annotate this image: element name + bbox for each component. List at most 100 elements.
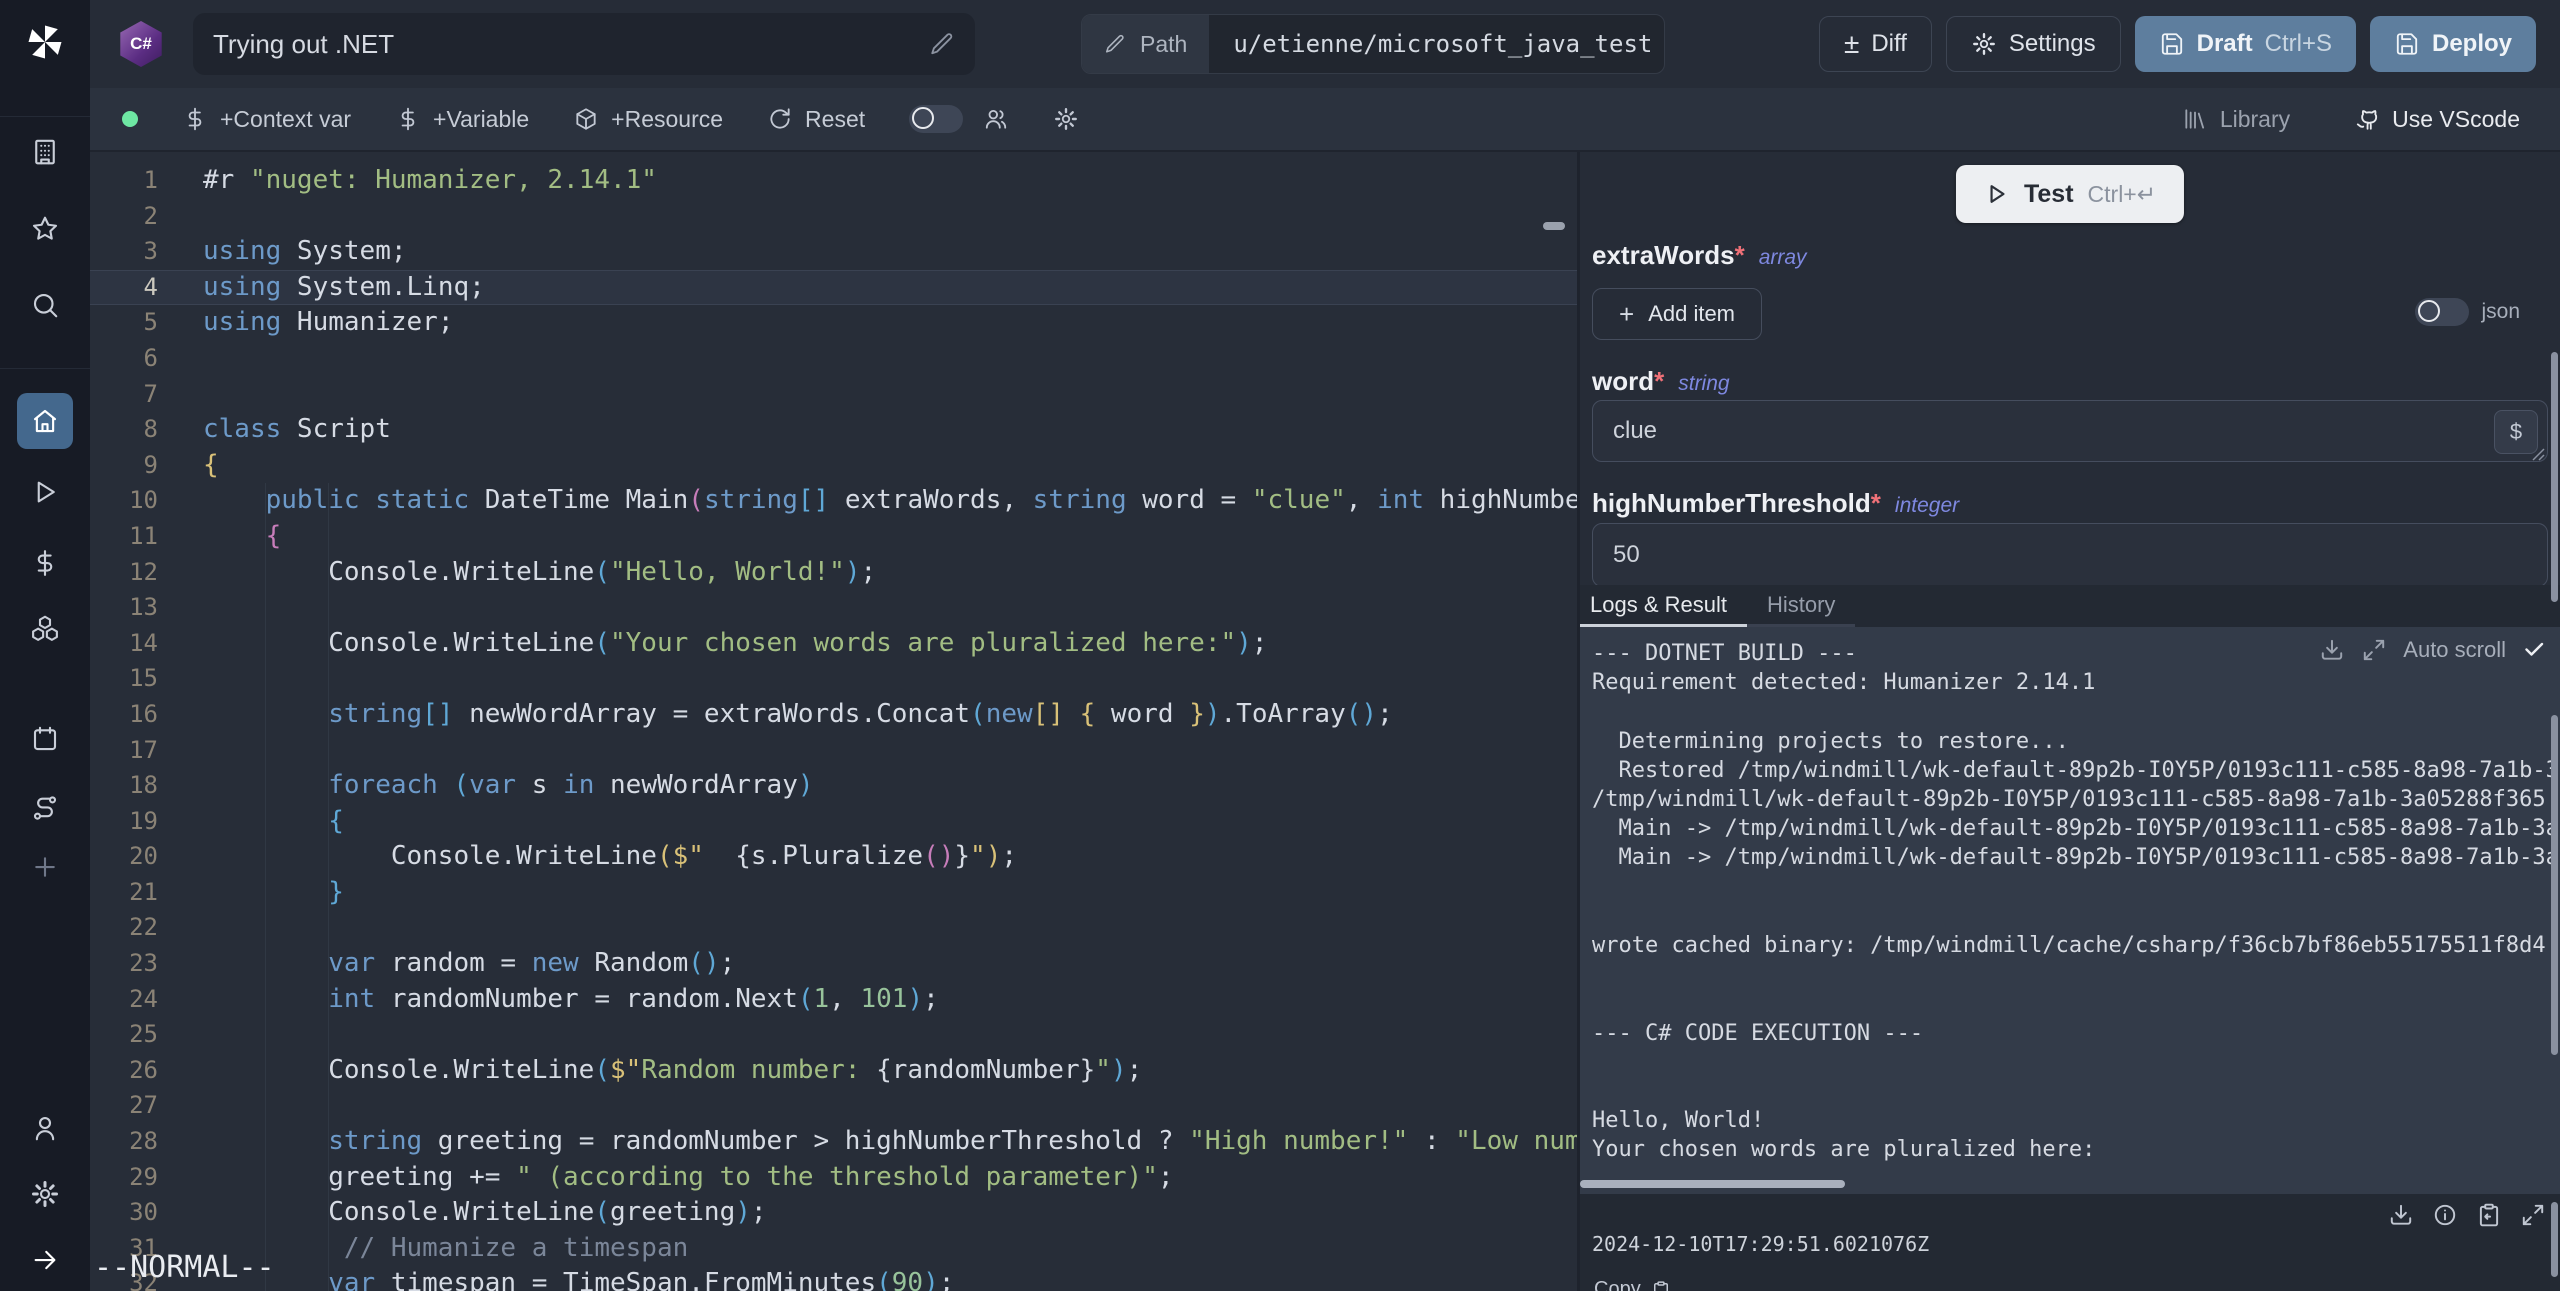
test-label: Test (2024, 180, 2074, 209)
download-result-icon[interactable] (2388, 1202, 2414, 1228)
expand-logs-icon[interactable] (2361, 637, 2387, 663)
form-scrollbar[interactable] (2551, 352, 2558, 602)
edit-title-pencil-icon[interactable] (929, 31, 955, 57)
code-text: string greeting = randomNumber > highNum… (158, 1124, 1577, 1160)
download-logs-icon[interactable] (2319, 637, 2345, 663)
textarea-resize-handle[interactable] (2532, 448, 2545, 461)
code-line[interactable]: 6 (90, 341, 1577, 377)
tab-history[interactable]: History (1747, 585, 1855, 627)
deploy-button[interactable]: Deploy (2370, 16, 2536, 72)
settings-label: Settings (2009, 30, 2096, 58)
fullscreen-icon[interactable] (2520, 1202, 2546, 1228)
check-icon[interactable] (2522, 638, 2546, 662)
use-vscode-button[interactable]: Use VScode (2354, 106, 2520, 133)
sidebar-item-search[interactable] (30, 290, 60, 320)
test-button[interactable]: Test Ctrl+↵ (1956, 165, 2184, 223)
editor-settings-gear-icon[interactable] (1053, 106, 1079, 132)
plus-icon (30, 852, 60, 882)
copy-result-button[interactable]: Copy (1594, 1278, 1671, 1291)
code-line[interactable]: 12 Console.WriteLine("Hello, World!"); (90, 555, 1577, 591)
sidebar-item-settings[interactable] (30, 1179, 60, 1209)
add-item-button[interactable]: + Add item (1592, 288, 1762, 340)
add-resource-button[interactable]: +Resource (573, 106, 723, 133)
json-toggle[interactable] (2415, 298, 2469, 326)
code-line[interactable]: 5using Humanizer; (90, 305, 1577, 341)
code-line[interactable]: 23 var random = new Random(); (90, 946, 1577, 982)
code-line[interactable]: 18 foreach (var s in newWordArray) (90, 768, 1577, 804)
header-actions: ± Diff Settings Draft Ctrl+S De (1819, 16, 2536, 72)
diff-button[interactable]: ± Diff (1819, 16, 1932, 72)
settings-button[interactable]: Settings (1946, 16, 2121, 72)
path-value[interactable]: u/etienne/microsoft_java_test (1209, 30, 1652, 58)
result-scrollbar[interactable] (2551, 1202, 2558, 1277)
code-line[interactable]: 13 (90, 590, 1577, 626)
add-variable-button[interactable]: +Variable (395, 106, 529, 133)
code-line[interactable]: 8class Script (90, 412, 1577, 448)
sidebar-item-resources[interactable] (30, 613, 60, 643)
collaboration-toggle[interactable] (909, 105, 963, 133)
panel-resize-handle[interactable] (1543, 222, 1565, 230)
code-line[interactable]: 30 Console.WriteLine(greeting); (90, 1195, 1577, 1231)
sidebar-item-variables[interactable] (30, 548, 60, 578)
code-line[interactable]: 21 } (90, 875, 1577, 911)
code-editor[interactable]: 1#r "nuget: Humanizer, 2.14.1"23using Sy… (90, 152, 1577, 1291)
log-scrollbar[interactable] (2551, 715, 2558, 1055)
code-line[interactable]: 16 string[] newWordArray = extraWords.Co… (90, 697, 1577, 733)
code-text (158, 1017, 203, 1053)
sidebar-item-runs[interactable] (30, 477, 60, 507)
code-line[interactable]: 15 (90, 661, 1577, 697)
code-line[interactable]: 27 (90, 1088, 1577, 1124)
required-asterisk: * (1871, 488, 1881, 519)
sidebar-item-account[interactable] (30, 1113, 60, 1143)
code-line[interactable]: 31 // Humanize a timespan (90, 1231, 1577, 1267)
code-line[interactable]: 29 greeting += " (according to the thres… (90, 1160, 1577, 1196)
add-context-var-button[interactable]: +Context var (182, 106, 351, 133)
log-horizontal-scrollbar[interactable] (1580, 1180, 1845, 1188)
draft-button[interactable]: Draft Ctrl+S (2135, 16, 2356, 72)
code-line[interactable]: 22 (90, 910, 1577, 946)
code-line[interactable]: 3using System; (90, 234, 1577, 270)
info-icon[interactable] (2432, 1202, 2458, 1228)
path-chip[interactable]: Path (1082, 15, 1209, 73)
sidebar-item-workspace[interactable] (30, 137, 60, 167)
code-text: Console.WriteLine("Hello, World!"); (158, 555, 876, 591)
script-title-box[interactable]: Trying out .NET (193, 13, 975, 75)
code-line[interactable]: 25 (90, 1017, 1577, 1053)
line-number: 26 (90, 1053, 158, 1089)
clipboard-icon[interactable] (2476, 1202, 2502, 1228)
sidebar-item-favorites[interactable] (30, 214, 60, 244)
edit-path-pencil-icon[interactable] (1104, 33, 1126, 55)
sidebar-item-add[interactable] (30, 852, 60, 882)
word-input[interactable] (1592, 400, 2548, 462)
code-line[interactable]: 28 string greeting = randomNumber > high… (90, 1124, 1577, 1160)
code-line[interactable]: 10 public static DateTime Main(string[] … (90, 483, 1577, 519)
code-line[interactable]: 19 { (90, 804, 1577, 840)
script-title[interactable]: Trying out .NET (213, 29, 929, 60)
code-line[interactable]: 14 Console.WriteLine("Your chosen words … (90, 626, 1577, 662)
auto-scroll-label: Auto scroll (2403, 637, 2506, 663)
code-line[interactable]: 9{ (90, 448, 1577, 484)
code-line[interactable]: 26 Console.WriteLine($"Random number: {r… (90, 1053, 1577, 1089)
code-line[interactable]: 17 (90, 733, 1577, 769)
log-output[interactable]: --- DOTNET BUILD --- Requirement detecte… (1580, 627, 2560, 1165)
code-text: } (158, 875, 344, 911)
library-button[interactable]: Library (2182, 106, 2290, 133)
reset-button[interactable]: Reset (767, 106, 865, 133)
code-line[interactable]: 24 int randomNumber = random.Next(1, 101… (90, 982, 1577, 1018)
tab-logs-result[interactable]: Logs & Result (1580, 585, 1747, 627)
code-line[interactable]: 32 var timespan = TimeSpan.FromMinutes(9… (90, 1266, 1577, 1291)
path-field[interactable]: Path u/etienne/microsoft_java_test (1081, 14, 1665, 74)
code-line[interactable]: 2 (90, 199, 1577, 235)
code-line[interactable]: 1#r "nuget: Humanizer, 2.14.1" (90, 163, 1577, 199)
code-text: foreach (var s in newWordArray) (158, 768, 814, 804)
code-line[interactable]: 20 Console.WriteLine($" {s.Pluralize()}"… (90, 839, 1577, 875)
sidebar-collapse[interactable] (30, 1245, 60, 1275)
code-line[interactable]: 4using System.Linq; (90, 270, 1577, 306)
sidebar-item-home[interactable] (30, 406, 60, 436)
code-line[interactable]: 7 (90, 377, 1577, 413)
sidebar-item-flows[interactable] (30, 793, 60, 823)
code-line[interactable]: 11 { (90, 519, 1577, 555)
highnumberthreshold-input[interactable] (1592, 523, 2548, 587)
code-text: string[] newWordArray = extraWords.Conca… (158, 697, 1393, 733)
sidebar-item-schedules[interactable] (30, 724, 60, 754)
